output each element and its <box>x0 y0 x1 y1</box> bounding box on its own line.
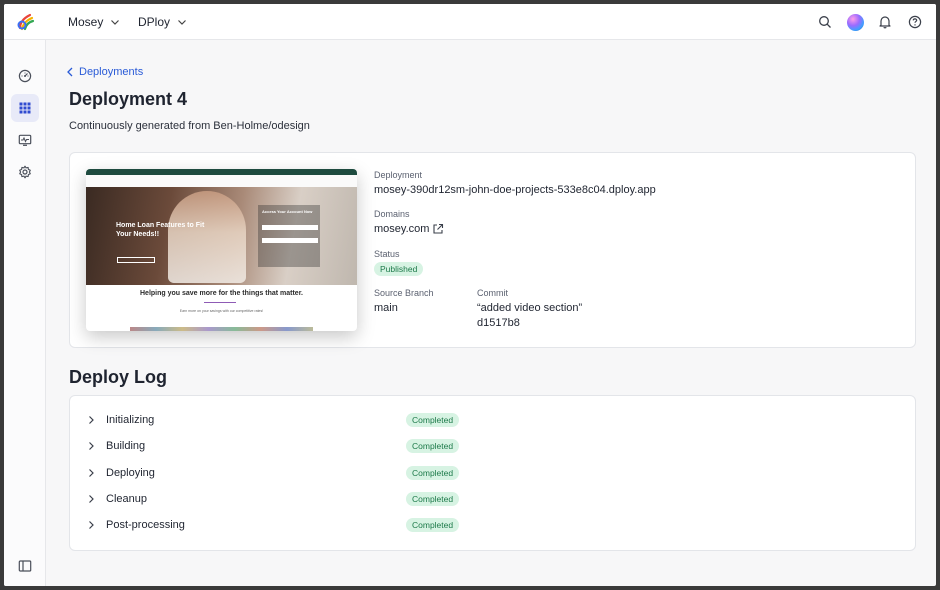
help-button[interactable] <box>906 13 924 31</box>
deployment-details-card: Home Loan Features to Fit Your Needs!! A… <box>69 152 916 348</box>
top-bar: Mosey DPloy <box>4 4 936 40</box>
panel-toggle-icon <box>18 560 32 572</box>
status-badge: Published <box>374 262 424 276</box>
status-badge: Completed <box>406 466 460 480</box>
app-window: Mosey DPloy Deployments Deployment 4 Con… <box>4 4 936 586</box>
bell-icon <box>879 16 891 29</box>
chevron-right-icon <box>89 495 94 503</box>
log-step-name: Initializing <box>106 414 155 426</box>
preview-login-field <box>262 225 318 230</box>
deployment-preview-thumbnail[interactable]: Home Loan Features to Fit Your Needs!! A… <box>86 169 357 331</box>
preview-tagline: Helping you save more for the things tha… <box>140 290 303 297</box>
deployment-url[interactable]: mosey-390dr12sm-john-doe-projects-533e8c… <box>374 184 656 196</box>
status-badge: Completed <box>406 413 460 427</box>
status-badge: Completed <box>406 518 460 532</box>
log-step-post-processing[interactable]: Post-processing Completed <box>86 515 906 535</box>
project-menu[interactable]: DPloy <box>138 4 187 40</box>
log-step-name: Cleanup <box>106 493 147 505</box>
chevron-right-icon <box>89 442 94 450</box>
log-step-building[interactable]: Building Completed <box>86 436 906 456</box>
preview-login-field <box>262 238 318 243</box>
help-icon <box>908 15 922 29</box>
sidebar-item-dashboard[interactable] <box>11 62 39 90</box>
sidebar <box>4 40 46 586</box>
settings-icon <box>19 165 31 179</box>
sidebar-item-settings[interactable] <box>11 158 39 186</box>
user-avatar-button[interactable] <box>846 13 864 31</box>
deploy-log-card: Initializing Completed Building Complete… <box>69 395 916 551</box>
sidebar-item-apps[interactable] <box>11 94 39 122</box>
chevron-down-icon <box>111 20 120 25</box>
notifications-button[interactable] <box>876 13 894 31</box>
external-link-icon[interactable] <box>432 223 444 235</box>
sidebar-collapse-button[interactable] <box>11 552 39 580</box>
status-badge: Completed <box>406 492 460 506</box>
preview-hero-button <box>117 257 155 263</box>
chevron-right-icon <box>89 469 94 477</box>
chevron-left-icon <box>67 67 73 77</box>
status-label: Status <box>374 249 400 259</box>
chevron-right-icon <box>89 416 94 424</box>
org-menu-label: Mosey <box>68 15 104 29</box>
org-menu[interactable]: Mosey <box>68 4 120 40</box>
avatar <box>846 13 864 31</box>
log-step-name: Post-processing <box>106 519 185 531</box>
preview-login-title: Access Your Account Now <box>262 209 313 214</box>
log-step-name: Deploying <box>106 467 155 479</box>
deployment-label: Deployment <box>374 170 423 180</box>
chevron-down-icon <box>178 20 186 25</box>
deploy-log-title: Deploy Log <box>69 367 167 387</box>
domains-label: Domains <box>374 209 410 219</box>
sidebar-item-monitoring[interactable] <box>11 126 39 154</box>
search-icon <box>819 16 831 28</box>
preview-footer-strip <box>130 327 313 331</box>
log-step-deploying[interactable]: Deploying Completed <box>86 463 906 483</box>
chevron-right-icon <box>89 521 94 529</box>
page-subtitle: Continuously generated from Ben-Holme/od… <box>69 120 310 132</box>
log-step-name: Building <box>106 440 146 452</box>
preview-hero-heading: Home Loan Features to Fit Your Needs!! <box>116 222 205 238</box>
monitor-icon <box>18 134 32 146</box>
preview-divider <box>204 302 236 303</box>
commit-label: Commit <box>477 288 508 298</box>
dashboard-icon <box>18 69 32 83</box>
apps-grid-icon <box>19 102 31 114</box>
preview-small-text: Earn more on your savings with our compe… <box>179 309 264 313</box>
search-button[interactable] <box>816 13 834 31</box>
project-menu-label: DPloy <box>138 15 171 29</box>
source-branch-label: Source Branch <box>374 288 434 298</box>
status-badge: Completed <box>406 439 460 453</box>
breadcrumb-deployments-link[interactable]: Deployments <box>79 66 143 78</box>
top-bar-actions <box>816 4 924 40</box>
breadcrumb[interactable]: Deployments <box>66 66 143 78</box>
app-logo-icon[interactable] <box>14 10 38 34</box>
page-title: Deployment 4 <box>69 89 188 109</box>
preview-login-box <box>258 205 320 267</box>
log-step-initializing[interactable]: Initializing Completed <box>86 410 906 430</box>
preview-nav-bar <box>86 175 357 187</box>
domain-link[interactable]: mosey.com <box>374 223 429 235</box>
main-content: Deployments Deployment 4 Continuously ge… <box>46 40 936 586</box>
log-step-cleanup[interactable]: Cleanup Completed <box>86 489 906 509</box>
commit-hash[interactable]: d1517b8 <box>477 317 520 329</box>
source-branch-value: main <box>374 302 398 314</box>
commit-message: “added video section” <box>477 302 583 314</box>
